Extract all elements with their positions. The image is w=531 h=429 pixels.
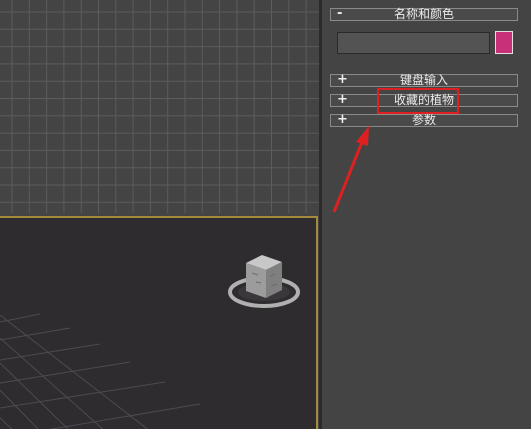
annotation-arrow (332, 126, 369, 213)
